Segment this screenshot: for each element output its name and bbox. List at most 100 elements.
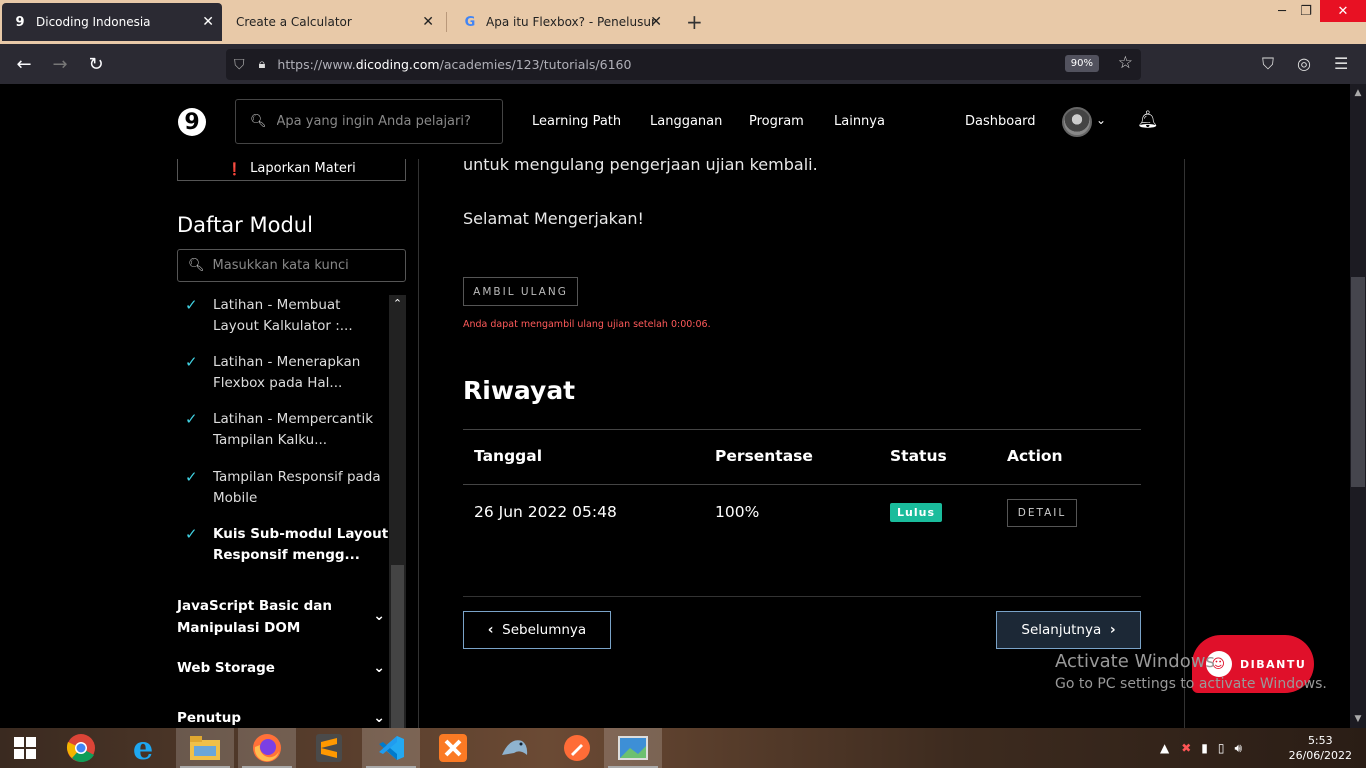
chevron-down-icon[interactable]: ⌄ (373, 605, 385, 627)
new-tab-icon[interactable]: + (686, 10, 703, 34)
page-content: 9 🔍︎ Learning Path Langganan Program Lai… (0, 84, 1350, 728)
chevron-up-icon[interactable]: ⌃ (389, 297, 406, 310)
reload-icon[interactable]: ↻ (84, 54, 108, 75)
menu-lainnya[interactable]: Lainnya (834, 114, 885, 129)
activate-windows-watermark: Activate Windows Go to PC settings to ac… (1055, 651, 1327, 692)
date-cell: 26 Jun 2022 05:48 (474, 503, 617, 521)
module-search[interactable]: 🔍︎ (177, 249, 406, 282)
network-error-icon[interactable]: ✖ (1181, 741, 1191, 755)
check-icon: ✓ (185, 468, 198, 486)
divider (463, 596, 1141, 597)
dicoding-logo[interactable]: 9 (178, 108, 206, 136)
internet-explorer-icon[interactable]: e (114, 728, 172, 768)
volume-icon[interactable]: 🔊︎ (1235, 741, 1243, 756)
chevron-down-icon[interactable]: ⌄ (373, 707, 385, 728)
percent-cell: 100% (715, 503, 760, 521)
retry-button[interactable]: AMBIL ULANG (463, 277, 578, 306)
instruction-text: untuk mengulang pengerjaan ujian kembali… (463, 155, 818, 174)
check-icon: ✓ (185, 525, 198, 543)
module-list-title: Daftar Modul (177, 213, 313, 237)
history-title: Riwayat (463, 376, 576, 405)
back-icon[interactable]: ← (12, 54, 36, 75)
site-header: 9 🔍︎ Learning Path Langganan Program Lai… (0, 84, 1350, 159)
site-search-input[interactable] (276, 114, 497, 129)
greeting-text: Selamat Mengerjakan! (463, 209, 644, 228)
table-border (463, 484, 1141, 485)
close-tab-icon[interactable]: ✕ (422, 14, 434, 30)
taskbar-clock[interactable]: 5:53 26/06/2022 (1289, 733, 1352, 763)
address-bar[interactable]: ⛉ 🔒︎ https://www.dicoding.com/academies/… (226, 49, 1141, 80)
vscode-icon[interactable] (362, 728, 420, 768)
window-close-icon[interactable]: ✕ (1320, 0, 1366, 22)
wifi-signal-icon[interactable]: ▮ (1201, 741, 1208, 755)
chrome-icon[interactable] (52, 728, 110, 768)
divider (418, 159, 419, 728)
pocket-icon[interactable]: ⛉ (1262, 54, 1274, 74)
scrollbar-thumb[interactable] (1351, 277, 1365, 487)
section-javascript-basic[interactable]: JavaScript Basic dan Manipulasi DOM ⌄ (177, 595, 389, 639)
avatar[interactable] (1062, 107, 1092, 137)
divider (1184, 159, 1185, 728)
photos-app-icon[interactable] (604, 728, 662, 768)
module-list-scrollbar[interactable]: ⌃ (389, 295, 406, 728)
lock-icon[interactable]: 🔒︎ (259, 57, 266, 72)
close-tab-icon[interactable]: ✕ (650, 14, 662, 30)
chevron-down-icon[interactable]: ⌄ (373, 657, 385, 679)
bookmark-star-icon[interactable]: ☆ (1118, 53, 1133, 73)
retry-note: Anda dapat mengambil ulang ujian setelah… (463, 319, 711, 330)
tab-separator (446, 12, 447, 32)
postman-icon[interactable] (548, 728, 606, 768)
previous-button[interactable]: ‹ Sebelumnya (463, 611, 611, 649)
shield-icon[interactable]: ⛉ (234, 57, 245, 73)
close-tab-icon[interactable]: ✕ (202, 14, 214, 30)
show-hidden-icons-icon[interactable]: ▲ (1160, 741, 1169, 755)
zoom-level[interactable]: 90% (1064, 55, 1099, 72)
file-explorer-icon[interactable] (176, 728, 234, 768)
search-icon: 🔍︎ (188, 258, 205, 273)
firefox-icon[interactable] (238, 728, 296, 768)
sublime-text-icon[interactable] (300, 728, 358, 768)
column-header: Persentase (715, 447, 813, 465)
forward-icon[interactable]: → (48, 54, 72, 75)
tab-google[interactable]: G Apa itu Flexbox? - Penelusuran G ✕ (452, 3, 670, 41)
table-border (463, 429, 1141, 430)
restore-icon[interactable]: ❐ (1292, 0, 1320, 22)
site-search[interactable]: 🔍︎ (235, 99, 503, 144)
section-web-storage[interactable]: Web Storage ⌄ (177, 657, 389, 679)
status-badge: Lulus (890, 503, 942, 522)
google-favicon-icon: G (464, 14, 476, 30)
mysql-workbench-icon[interactable] (486, 728, 544, 768)
report-material-button[interactable]: ❗ Laporkan Materi (177, 159, 406, 181)
dicoding-favicon-icon: 9 (15, 14, 25, 30)
menu-icon[interactable]: ☰ (1334, 54, 1348, 73)
scroll-up-icon[interactable]: ▲ (1350, 88, 1366, 98)
detail-button[interactable]: DETAIL (1007, 499, 1077, 527)
scroll-down-icon[interactable]: ▼ (1350, 714, 1366, 724)
next-button[interactable]: Selanjutnya › (996, 611, 1141, 649)
page-scrollbar[interactable]: ▲ ▼ (1350, 84, 1366, 728)
chevron-left-icon: ‹ (487, 622, 494, 638)
system-tray: ▲ ✖ ▮ ▯ 🔊︎ (1160, 728, 1242, 768)
menu-learning-path[interactable]: Learning Path (532, 114, 621, 129)
chevron-down-icon[interactable]: ⌄ (1096, 113, 1106, 127)
menu-dashboard[interactable]: Dashboard (965, 114, 1036, 129)
column-header: Status (890, 447, 947, 465)
check-icon: ✓ (185, 353, 198, 371)
module-search-input[interactable] (212, 258, 393, 273)
menu-program[interactable]: Program (749, 114, 804, 129)
browser-tab-bar: 9 Dicoding Indonesia ✕ Create a Calculat… (0, 0, 1366, 44)
scrollbar-thumb[interactable] (391, 565, 404, 728)
url-text[interactable]: https://www.dicoding.com/academies/123/t… (277, 57, 631, 72)
bell-icon[interactable]: 🔔︎ (1137, 110, 1159, 130)
extension-icon[interactable]: ◎ (1297, 54, 1311, 73)
search-icon: 🔍︎ (250, 114, 267, 129)
xampp-icon[interactable] (424, 728, 482, 768)
check-icon: ✓ (185, 410, 198, 428)
menu-langganan[interactable]: Langganan (650, 114, 722, 129)
section-penutup[interactable]: Penutup ⌄ (177, 707, 389, 728)
windows-taskbar: e ▲ ✖ ▮ ▯ 🔊︎ 5:53 26/06/2022 (0, 728, 1366, 768)
tab-calculator[interactable]: Create a Calculator ✕ (226, 3, 442, 41)
battery-icon[interactable]: ▯ (1218, 741, 1225, 755)
windows-start-icon[interactable] (0, 728, 50, 768)
tab-dicoding[interactable]: 9 Dicoding Indonesia ✕ (2, 3, 222, 41)
